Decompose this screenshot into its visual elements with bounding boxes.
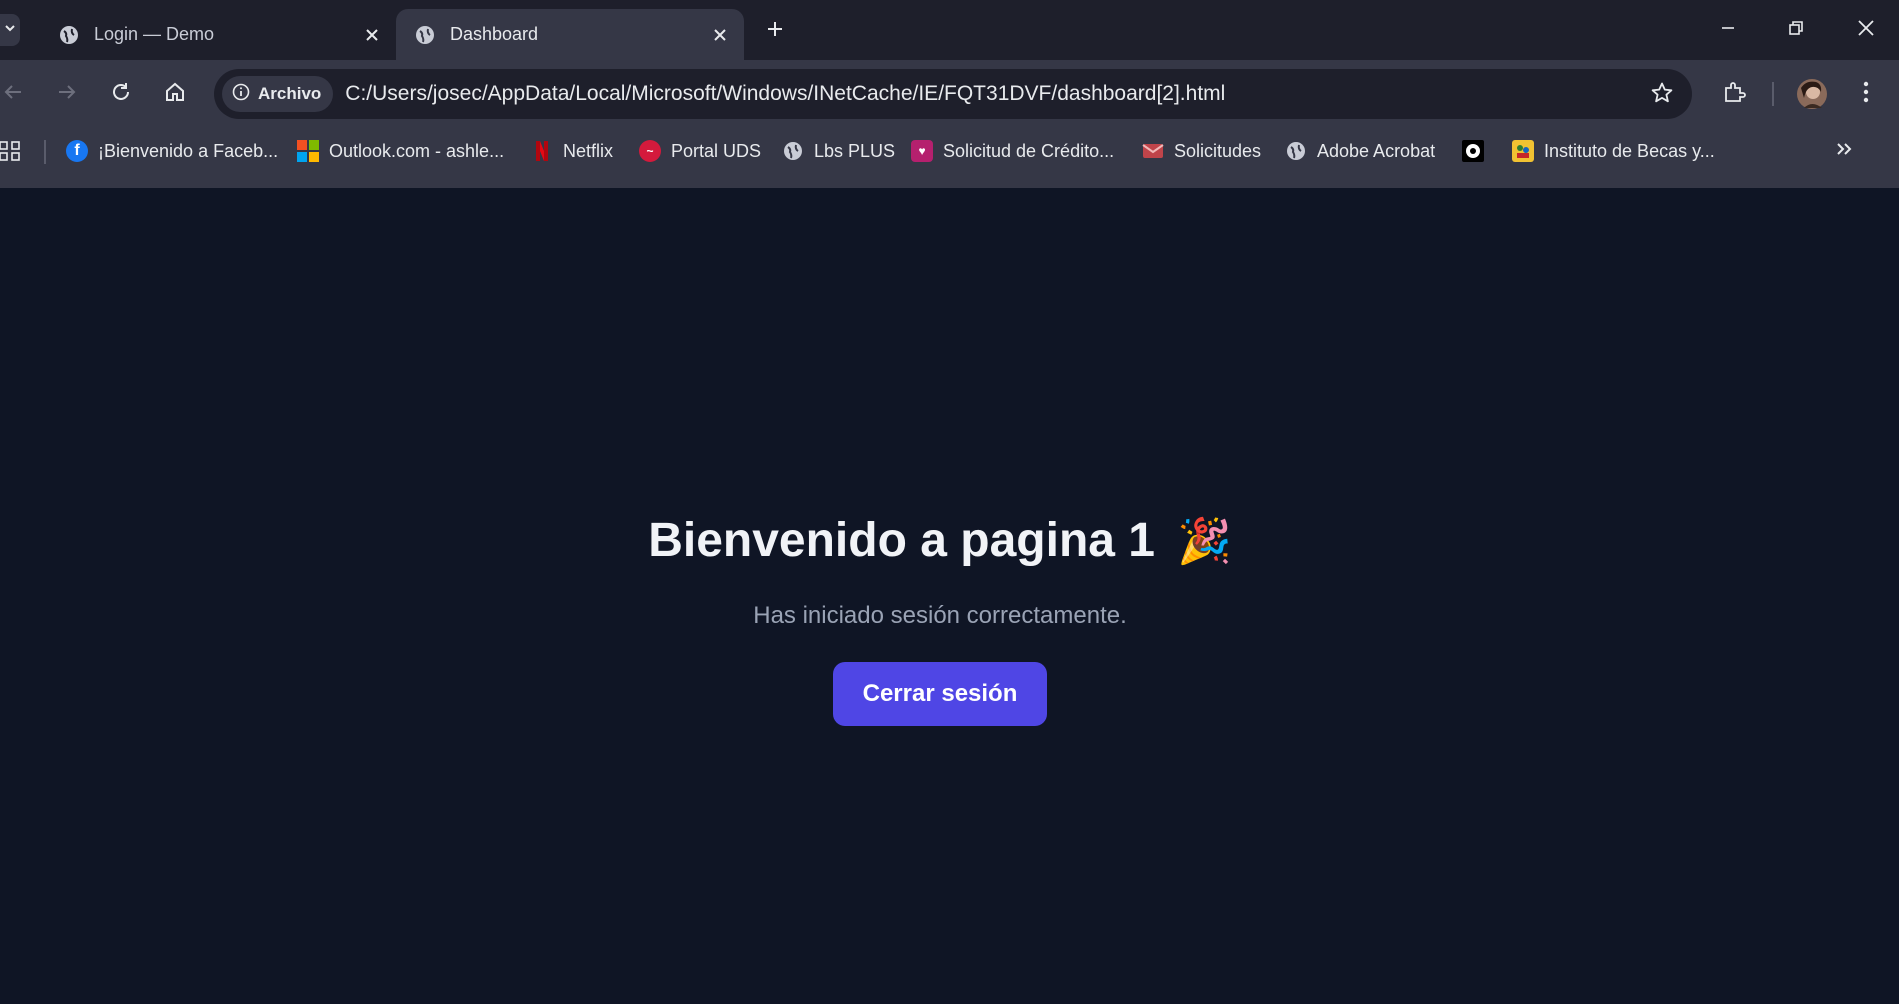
facebook-icon: f: [66, 140, 88, 162]
close-icon[interactable]: [708, 23, 732, 47]
chevron-down-icon: [4, 21, 16, 39]
more-vertical-icon: [1862, 80, 1870, 109]
logout-button[interactable]: Cerrar sesión: [833, 662, 1047, 726]
globe-icon: [414, 24, 436, 46]
welcome-panel: Bienvenido a pagina 1 🎉 Has iniciado ses…: [0, 513, 1880, 726]
site-info-chip[interactable]: Archivo: [222, 76, 334, 112]
page-title: Bienvenido a pagina 1 🎉: [648, 513, 1232, 568]
info-icon: [232, 83, 250, 106]
tab-strip: Login — Demo Dashboard: [0, 0, 1899, 60]
close-window-button[interactable]: [1846, 12, 1886, 48]
bookmark-label: Lbs PLUS: [814, 140, 896, 161]
tab-title: Login — Demo: [94, 24, 215, 44]
browser-toolbar: Archivo C:/Users/josec/AppData/Local/Mic…: [0, 60, 1899, 188]
bookmarks-bar: f ¡Bienvenido a Faceb... Outlook.com - a…: [0, 130, 1899, 170]
address-bar[interactable]: Archivo C:/Users/josec/AppData/Local/Mic…: [214, 69, 1692, 119]
plus-icon: [766, 20, 784, 43]
bookmarks-divider: [44, 140, 46, 164]
bookmark-label: Adobe Acrobat: [1317, 140, 1436, 161]
bookmarks-overflow-button[interactable]: [1835, 138, 1853, 164]
tab-login[interactable]: Login — Demo: [40, 9, 396, 60]
netflix-icon: [531, 140, 553, 162]
minimize-icon: [1720, 20, 1736, 41]
reload-button[interactable]: [104, 77, 138, 111]
home-button[interactable]: [158, 77, 192, 111]
bookmark-netflix[interactable]: Netflix: [531, 138, 613, 164]
forward-button[interactable]: [50, 77, 84, 111]
close-icon[interactable]: [360, 23, 384, 47]
profile-avatar[interactable]: [1795, 77, 1829, 111]
tab-dashboard[interactable]: Dashboard: [396, 9, 744, 60]
arrow-right-icon: [56, 81, 78, 108]
bookmark-label: Solicitudes: [1174, 140, 1262, 161]
globe-icon: [782, 140, 804, 162]
back-button[interactable]: [0, 77, 30, 111]
avatar-icon: [1797, 79, 1827, 109]
bookmark-label: Solicitud de Crédito...: [943, 140, 1115, 161]
bookmark-portal-uds[interactable]: ~ Portal UDS: [639, 138, 761, 164]
minimize-button[interactable]: [1708, 12, 1748, 48]
bookmark-adobe-acrobat[interactable]: Adobe Acrobat: [1285, 138, 1435, 164]
credit-icon: ♥: [911, 140, 933, 162]
bookmark-outlook[interactable]: Outlook.com - ashle...: [297, 138, 504, 164]
globe-icon: [58, 24, 80, 46]
bookmark-label: Instituto de Becas y...: [1544, 140, 1715, 161]
bookmark-circle[interactable]: [1462, 138, 1484, 164]
extensions-button[interactable]: [1717, 77, 1751, 111]
tab-title: Dashboard: [450, 24, 539, 44]
bookmark-solicitudes[interactable]: Solicitudes: [1142, 138, 1261, 164]
bookmark-label: Netflix: [563, 140, 614, 161]
page-content: Bienvenido a pagina 1 🎉 Has iniciado ses…: [0, 188, 1899, 1004]
menu-button[interactable]: [1849, 77, 1883, 111]
new-tab-button[interactable]: [762, 18, 788, 44]
mail-icon: [1142, 140, 1164, 162]
bookmark-lbs-plus[interactable]: Lbs PLUS: [782, 138, 895, 164]
bookmark-label: Portal UDS: [671, 140, 762, 161]
tab-search-button[interactable]: [0, 14, 20, 46]
subtitle: Has iniciado sesión correctamente.: [753, 602, 1127, 629]
bookmark-label: Outlook.com - ashle...: [329, 140, 505, 161]
restore-icon: [1788, 20, 1804, 41]
reload-icon: [110, 81, 132, 108]
circle-icon: [1462, 140, 1484, 162]
heading-text: Bienvenido a pagina 1: [648, 514, 1155, 567]
microsoft-icon: [297, 140, 319, 162]
bookmark-instituto-becas[interactable]: Instituto de Becas y...: [1512, 138, 1715, 164]
apps-icon[interactable]: [0, 138, 22, 164]
arrow-left-icon: [2, 81, 24, 108]
bookmark-label: ¡Bienvenido a Faceb...: [98, 140, 279, 161]
chevron-double-right-icon: [1835, 140, 1853, 163]
close-icon: [1857, 19, 1875, 42]
url-text[interactable]: C:/Users/josec/AppData/Local/Microsoft/W…: [345, 82, 1225, 106]
becas-icon: [1512, 140, 1534, 162]
party-popper-icon: 🎉: [1177, 516, 1232, 566]
home-icon: [164, 81, 186, 108]
bookmark-star-icon[interactable]: [1650, 81, 1674, 110]
site-info-label: Archivo: [258, 84, 322, 103]
puzzle-icon: [1722, 80, 1746, 109]
uds-icon: ~: [639, 140, 661, 162]
bookmark-facebook[interactable]: f ¡Bienvenido a Faceb...: [66, 138, 278, 164]
restore-button[interactable]: [1776, 12, 1816, 48]
globe-icon: [1285, 140, 1307, 162]
bookmark-solicitud-credito[interactable]: ♥ Solicitud de Crédito...: [911, 138, 1114, 164]
toolbar-divider: [1772, 82, 1774, 106]
